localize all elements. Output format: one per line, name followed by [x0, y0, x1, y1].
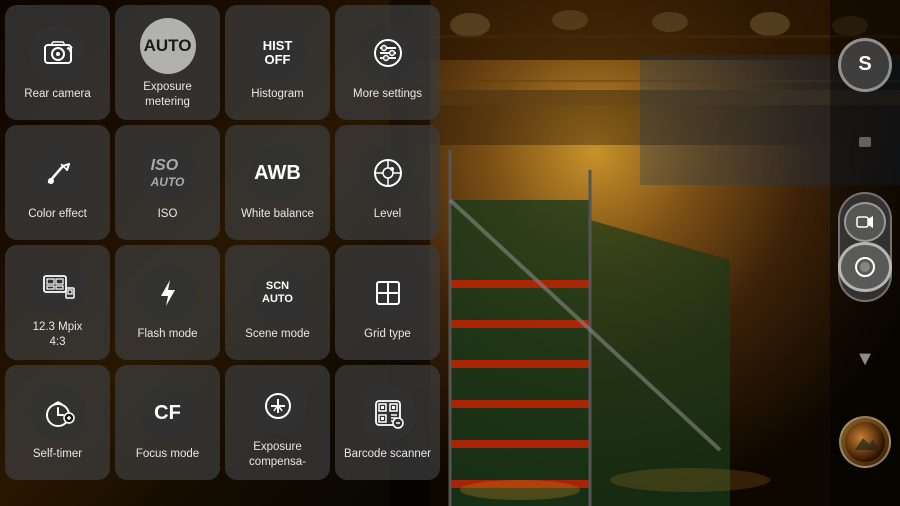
resolution-label: 12.3 Mpix4:3: [33, 320, 83, 350]
nav-down-arrow[interactable]: ▼: [855, 348, 875, 371]
barcode-scanner-label: Barcode scanner: [344, 447, 431, 462]
setting-more[interactable]: More settings: [335, 5, 440, 120]
setting-self-timer[interactable]: Self-timer: [5, 365, 110, 480]
video-button[interactable]: [844, 202, 886, 241]
color-effect-icon: [30, 145, 86, 201]
level-icon: [360, 145, 416, 201]
mode-dial-label: S: [858, 53, 871, 76]
setting-flash-mode[interactable]: Flash mode: [115, 245, 220, 360]
setting-histogram[interactable]: HISTOFF Histogram: [225, 5, 330, 120]
mode-indicator: [859, 137, 871, 147]
more-settings-label: More settings: [353, 87, 422, 102]
flash-mode-label: Flash mode: [137, 327, 197, 342]
staircase-scene: [390, 0, 900, 506]
iso-label: ISO: [158, 207, 178, 222]
resolution-icon: [30, 258, 86, 314]
mode-dial[interactable]: S: [838, 38, 892, 92]
setting-rear-camera[interactable]: Rear camera: [5, 5, 110, 120]
white-balance-label: White balance: [241, 207, 314, 222]
settings-panel: Rear camera AUTO Exposure metering HISTO…: [0, 0, 430, 506]
rear-camera-icon: [30, 25, 86, 81]
color-effect-label: Color effect: [28, 207, 87, 222]
self-timer-icon: [30, 385, 86, 441]
self-timer-label: Self-timer: [33, 447, 82, 462]
setting-scene-mode[interactable]: SCNAUTO Scene mode: [225, 245, 330, 360]
settings-grid: Rear camera AUTO Exposure metering HISTO…: [5, 5, 440, 480]
more-settings-icon: [360, 25, 416, 81]
exposure-comp-label: Exposurecompensa-: [249, 440, 306, 470]
setting-barcode-scanner[interactable]: Barcode scanner: [335, 365, 440, 480]
setting-level[interactable]: Level: [335, 125, 440, 240]
setting-iso[interactable]: ISOAUTO ISO: [115, 125, 220, 240]
mode-dial-circle[interactable]: S: [838, 38, 892, 92]
setting-resolution[interactable]: 12.3 Mpix4:3: [5, 245, 110, 360]
histogram-icon: HISTOFF: [250, 25, 306, 81]
exposure-comp-icon: [250, 378, 306, 434]
shutter-pill: [838, 192, 892, 302]
shutter-button[interactable]: [838, 242, 892, 293]
focus-mode-label: Focus mode: [136, 447, 199, 462]
setting-color-effect[interactable]: Color effect: [5, 125, 110, 240]
grid-type-icon: [360, 265, 416, 321]
scene-mode-icon: SCNAUTO: [250, 265, 306, 321]
exposure-metering-label: Exposure metering: [120, 80, 215, 110]
rear-camera-label: Rear camera: [24, 87, 90, 102]
setting-focus-mode[interactable]: CF Focus mode: [115, 365, 220, 480]
setting-grid-type[interactable]: Grid type: [335, 245, 440, 360]
gallery-thumbnail[interactable]: [839, 416, 891, 468]
level-label: Level: [374, 207, 402, 222]
right-controls-panel: S ▼: [830, 0, 900, 506]
scene-mode-label: Scene mode: [245, 327, 310, 342]
barcode-scanner-icon: [360, 385, 416, 441]
shutter-group: [838, 192, 892, 302]
iso-icon: ISOAUTO: [140, 145, 196, 201]
focus-mode-icon: CF: [140, 385, 196, 441]
histogram-label: Histogram: [251, 87, 303, 102]
flash-mode-icon: [140, 265, 196, 321]
setting-exposure-metering[interactable]: AUTO Exposure metering: [115, 5, 220, 120]
setting-exposure-comp[interactable]: Exposurecompensa-: [225, 365, 330, 480]
grid-type-label: Grid type: [364, 327, 411, 342]
exposure-metering-icon: AUTO: [140, 18, 196, 74]
white-balance-icon: AWB: [250, 145, 306, 201]
setting-white-balance[interactable]: AWB White balance: [225, 125, 330, 240]
